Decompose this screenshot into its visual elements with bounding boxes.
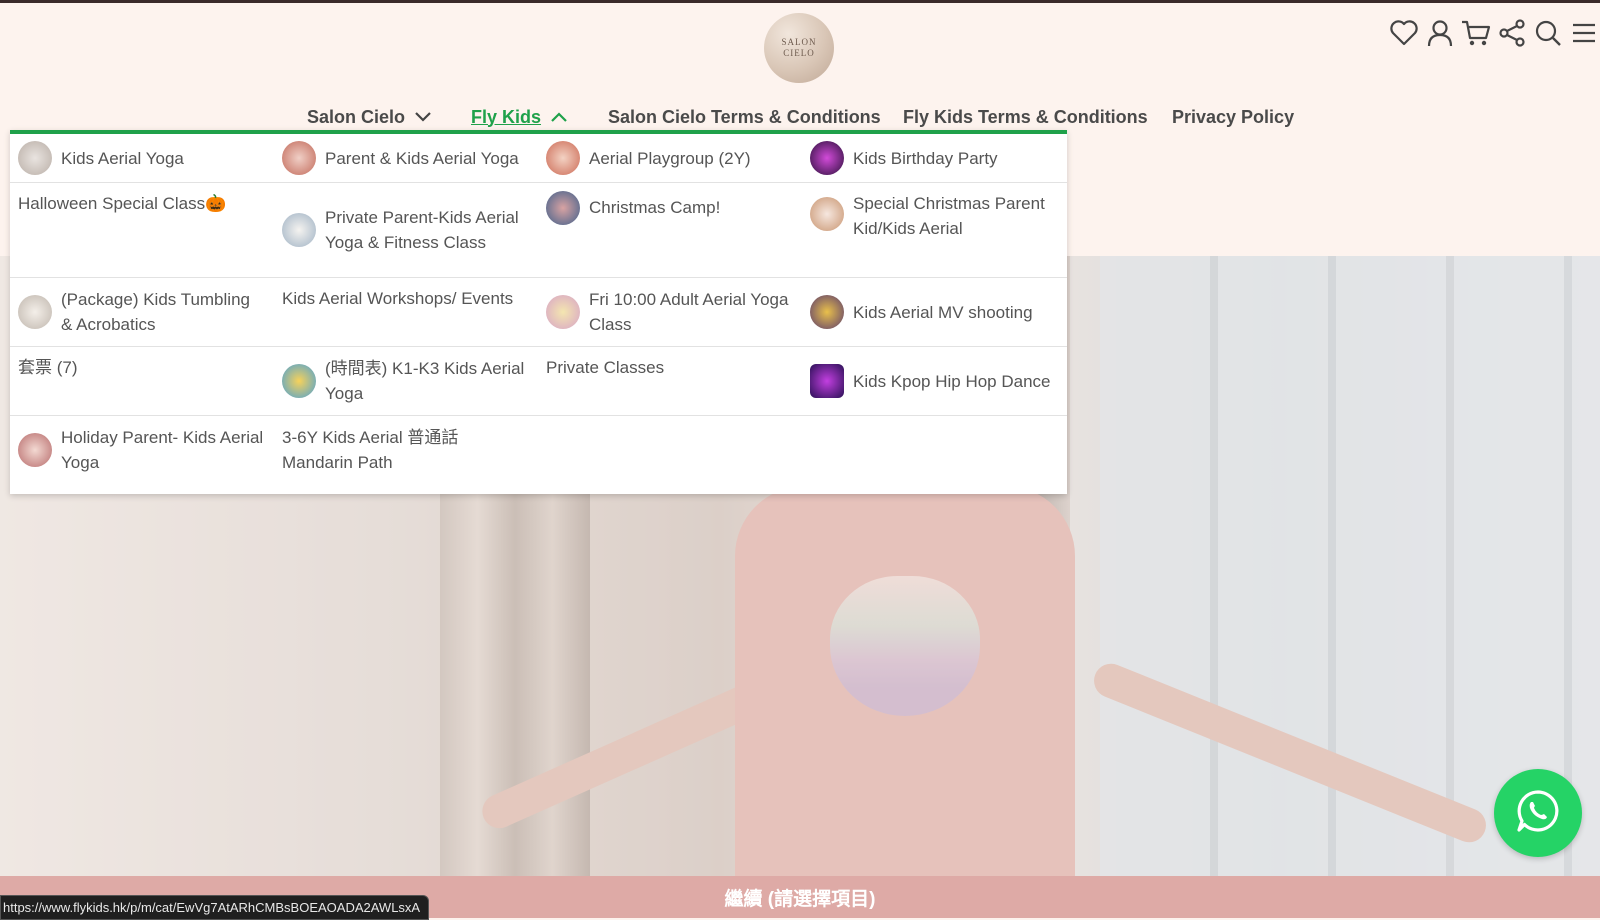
menu-item-label: Fri 10:00 Adult Aerial Yoga Class	[589, 290, 789, 334]
cart-icon[interactable]	[1460, 15, 1492, 51]
dropdown-row: (Package) Kids Tumbling & Acrobatics Kid…	[10, 278, 1067, 347]
chevron-up-icon	[551, 112, 567, 122]
logo-line2: CIELO	[783, 48, 815, 58]
menu-item-label: Kids Birthday Party	[853, 148, 998, 168]
status-url: https://www.flykids.hk/p/m/cat/EwVg7AtAR…	[0, 895, 430, 920]
thumbnail-image	[18, 433, 52, 467]
thumbnail-image	[810, 364, 844, 398]
menu-item-kids-aerial-mv[interactable]: Kids Aerial MV shooting	[802, 278, 1066, 346]
thumbnail-image	[810, 197, 844, 231]
header-icons	[1388, 15, 1600, 51]
dropdown-row: 套票 (7) (時間表) K1-K3 Kids Aerial Yoga Priv…	[10, 347, 1067, 416]
menu-item-christmas-camp[interactable]: Christmas Camp!	[538, 183, 802, 277]
nav-label: Privacy Policy	[1172, 106, 1295, 127]
menu-item-private-parent-kids[interactable]: Private Parent-Kids Aerial Yoga & Fitnes…	[274, 183, 538, 277]
chevron-down-icon	[415, 112, 431, 122]
thumbnail-image	[546, 141, 580, 175]
menu-item-kids-aerial-yoga[interactable]: Kids Aerial Yoga	[10, 134, 274, 182]
menu-item-kids-birthday-party[interactable]: Kids Birthday Party	[802, 134, 1066, 182]
dropdown-row: Holiday Parent- Kids Aerial Yoga 3-6Y Ki…	[10, 416, 1067, 484]
thumbnail-image	[546, 295, 580, 329]
thumbnail-image	[810, 141, 844, 175]
menu-item-kids-tumbling[interactable]: (Package) Kids Tumbling & Acrobatics	[10, 278, 274, 346]
share-icon[interactable]	[1496, 15, 1528, 51]
menu-item-private-classes[interactable]: Private Classes	[538, 347, 802, 415]
menu-item-k1-k3-timetable[interactable]: (時間表) K1-K3 Kids Aerial Yoga	[274, 347, 538, 415]
menu-item-holiday-parent-kids[interactable]: Holiday Parent- Kids Aerial Yoga	[10, 416, 274, 484]
logo-line1: SALON	[781, 37, 817, 47]
menu-item-special-christmas[interactable]: Special Christmas Parent Kid/Kids Aerial	[802, 183, 1066, 277]
fly-kids-dropdown: Kids Aerial Yoga Parent & Kids Aerial Yo…	[10, 130, 1067, 494]
site-logo[interactable]: SALON CIELO	[764, 13, 834, 83]
thumbnail-image	[810, 295, 844, 329]
menu-item-label: Private Classes	[546, 358, 665, 377]
menu-item-label: Aerial Playgroup (2Y)	[589, 148, 751, 168]
menu-item-aerial-playgroup[interactable]: Aerial Playgroup (2Y)	[538, 134, 802, 182]
nav-label: Salon Cielo Terms & Conditions	[608, 106, 881, 127]
search-icon[interactable]	[1532, 15, 1564, 51]
menu-item-label: Kids Aerial Yoga	[61, 148, 184, 168]
dropdown-row: Kids Aerial Yoga Parent & Kids Aerial Yo…	[10, 134, 1067, 183]
dropdown-row: Halloween Special Class🎃 Private Parent-…	[10, 183, 1067, 278]
whatsapp-icon	[1515, 788, 1561, 839]
menu-item-label: Kids Kpop Hip Hop Dance	[853, 371, 1051, 391]
menu-item-kids-kpop[interactable]: Kids Kpop Hip Hop Dance	[802, 347, 1066, 415]
menu-item-label: Kids Aerial MV shooting	[853, 302, 1033, 322]
thumbnail-image	[282, 141, 316, 175]
nav-label: Fly Kids Terms & Conditions	[903, 106, 1148, 127]
user-icon[interactable]	[1424, 15, 1456, 51]
heart-icon[interactable]	[1388, 15, 1420, 51]
menu-item-label: Kids Aerial Workshops/ Events	[282, 289, 514, 308]
menu-item-fri-adult-aerial-yoga[interactable]: Fri 10:00 Adult Aerial Yoga Class	[538, 278, 802, 346]
thumbnail-image	[18, 295, 52, 329]
thumbnail-image	[282, 213, 316, 247]
nav-privacy-policy[interactable]: Privacy Policy	[1172, 99, 1294, 135]
menu-item-label: (Package) Kids Tumbling & Acrobatics	[61, 290, 250, 334]
menu-item-halloween-special[interactable]: Halloween Special Class🎃	[10, 183, 274, 277]
menu-item-label: 3-6Y Kids Aerial 普通話 Mandarin Path	[282, 428, 459, 472]
menu-item-mandarin-path[interactable]: 3-6Y Kids Aerial 普通話 Mandarin Path	[274, 416, 538, 484]
menu-icon[interactable]	[1568, 15, 1600, 51]
thumbnail-image	[18, 141, 52, 175]
thumbnail-image	[282, 364, 316, 398]
menu-item-kids-aerial-workshops[interactable]: Kids Aerial Workshops/ Events	[274, 278, 538, 346]
menu-item-label: Private Parent-Kids Aerial Yoga & Fitnes…	[325, 208, 519, 252]
nav-label: Fly Kids	[471, 106, 542, 127]
menu-item-label: Parent & Kids Aerial Yoga	[325, 148, 519, 168]
thumbnail-image	[546, 191, 580, 225]
menu-item-label: 套票 (7)	[18, 358, 78, 377]
menu-item-parent-kids-aerial-yoga[interactable]: Parent & Kids Aerial Yoga	[274, 134, 538, 182]
whatsapp-button[interactable]	[1494, 769, 1582, 857]
menu-item-label: Halloween Special Class🎃	[18, 194, 227, 213]
menu-item-label: (時間表) K1-K3 Kids Aerial Yoga	[325, 359, 525, 403]
menu-item-label: Special Christmas Parent Kid/Kids Aerial	[853, 194, 1045, 238]
menu-item-label: Holiday Parent- Kids Aerial Yoga	[61, 428, 264, 472]
menu-item-package-tickets[interactable]: 套票 (7)	[10, 347, 274, 415]
menu-item-label: Christmas Camp!	[589, 198, 721, 217]
continue-label: 繼續 (請選擇項目)	[724, 888, 876, 910]
nav-label: Salon Cielo	[307, 106, 406, 127]
